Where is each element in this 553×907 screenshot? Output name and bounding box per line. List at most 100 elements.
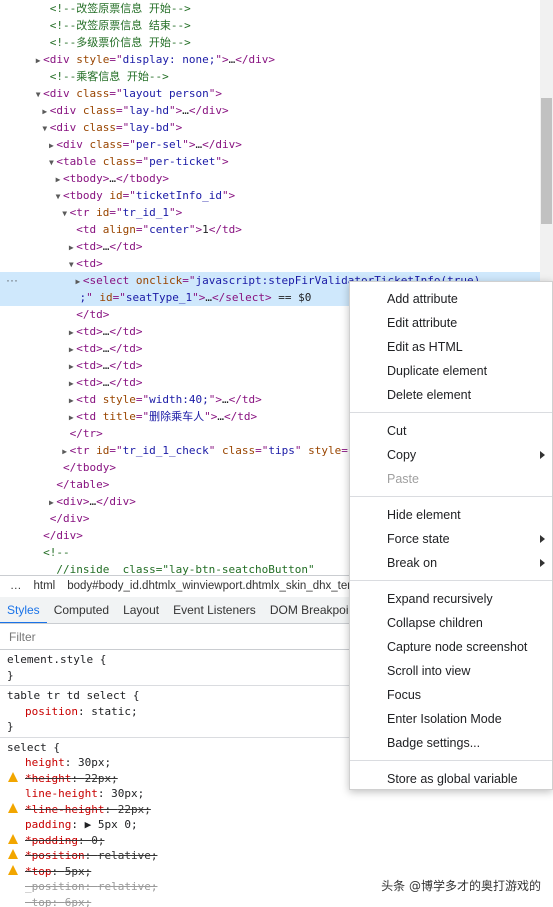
menu-item-cut[interactable]: Cut xyxy=(387,419,552,443)
menu-separator xyxy=(350,412,552,413)
style-property[interactable]: *padding: 0; xyxy=(7,833,553,849)
submenu-arrow-icon xyxy=(540,535,545,543)
expand-triangle-right-icon[interactable]: ▶ xyxy=(66,324,76,340)
warning-icon xyxy=(8,771,18,782)
menu-item-delete-element[interactable]: Delete element xyxy=(387,383,552,407)
property-name: *line-height xyxy=(25,802,105,816)
expand-triangle-right-icon[interactable]: ▶ xyxy=(66,358,76,374)
menu-item-store-as-global-variable[interactable]: Store as global variable xyxy=(387,767,552,791)
expand-triangle-down-icon[interactable]: ▼ xyxy=(40,120,50,136)
property-name: *padding xyxy=(25,833,78,847)
property-name: *top xyxy=(25,864,52,878)
expand-triangle-right-icon[interactable]: ▶ xyxy=(66,341,76,357)
tab-layout[interactable]: Layout xyxy=(116,597,166,623)
menu-item-edit-as-html[interactable]: Edit as HTML xyxy=(387,335,552,359)
breadcrumb-ellipsis[interactable]: … xyxy=(10,580,22,592)
style-property[interactable]: _top: 6px; xyxy=(7,895,553,907)
dom-node-row[interactable]: ▶ <td>…</td> xyxy=(0,238,540,255)
property-name: line-height xyxy=(25,787,98,800)
breadcrumb-item[interactable]: html xyxy=(34,580,56,592)
warning-icon xyxy=(8,802,18,813)
style-property[interactable]: *line-height: 22px; xyxy=(7,802,553,818)
dom-node-row[interactable]: ▼ <td> xyxy=(0,255,540,272)
submenu-arrow-icon xyxy=(540,451,545,459)
property-value: ▶ 5px 0; xyxy=(84,818,138,831)
submenu-arrow-icon xyxy=(540,559,545,567)
menu-item-focus[interactable]: Focus xyxy=(387,683,552,707)
menu-item-edit-attribute[interactable]: Edit attribute xyxy=(387,311,552,335)
menu-item-add-attribute[interactable]: Add attribute xyxy=(387,287,552,311)
property-name: _position xyxy=(25,880,85,893)
style-property[interactable]: *position: relative; xyxy=(7,848,553,864)
dom-node-row[interactable]: <!--多级票价信息 开始--> xyxy=(0,34,540,51)
menu-item-enter-isolation-mode[interactable]: Enter Isolation Mode xyxy=(387,707,552,731)
property-value: 22px; xyxy=(84,771,118,785)
expand-triangle-down-icon[interactable]: ▼ xyxy=(33,86,43,102)
tab-styles[interactable]: Styles xyxy=(0,598,47,623)
expand-triangle-right-icon[interactable]: ▶ xyxy=(46,137,56,153)
tab-computed[interactable]: Computed xyxy=(47,597,116,623)
warning-icon xyxy=(8,864,18,875)
dom-node-row[interactable]: ▼ <tr id="tr_id_1"> xyxy=(0,204,540,221)
expand-triangle-right-icon[interactable]: ▶ xyxy=(46,494,56,510)
dom-node-row[interactable]: <!--改签原票信息 开始--> xyxy=(0,0,540,17)
menu-item-hide-element[interactable]: Hide element xyxy=(387,503,552,527)
menu-item-duplicate-element[interactable]: Duplicate element xyxy=(387,359,552,383)
property-name: _top xyxy=(25,895,52,907)
dom-node-row[interactable]: ▶ <div style="display: none;">…</div> xyxy=(0,51,540,68)
expand-triangle-right-icon[interactable]: ▶ xyxy=(66,239,76,255)
property-value: relative; xyxy=(97,880,158,893)
more-options-icon[interactable]: ··· xyxy=(6,272,18,289)
dom-node-row[interactable]: ▼ <tbody id="ticketInfo_id"> xyxy=(0,187,540,204)
dom-node-row[interactable]: ▶ <div class="lay-hd">…</div> xyxy=(0,102,540,119)
menu-item-force-state[interactable]: Force state xyxy=(387,527,552,551)
property-value: 0; xyxy=(91,833,105,847)
dom-node-row[interactable]: ▶ <div class="per-sel">…</div> xyxy=(0,136,540,153)
dom-node-row[interactable]: <td align="center">1</td> xyxy=(0,221,540,238)
menu-item-collapse-children[interactable]: Collapse children xyxy=(387,611,552,635)
menu-item-capture-node-screenshot[interactable]: Capture node screenshot xyxy=(387,635,552,659)
menu-item-copy[interactable]: Copy xyxy=(387,443,552,467)
property-name: padding xyxy=(25,818,72,831)
expand-triangle-right-icon[interactable]: ▶ xyxy=(66,409,76,425)
elements-scrollbar-thumb[interactable] xyxy=(541,98,552,224)
expand-triangle-right-icon[interactable]: ▶ xyxy=(53,171,63,187)
dom-node-row[interactable]: ▼ <div class="lay-bd"> xyxy=(0,119,540,136)
property-value: 22px; xyxy=(117,802,151,816)
expand-triangle-down-icon[interactable]: ▼ xyxy=(66,256,76,272)
context-menu: Add attribute Edit attribute Edit as HTML D… xyxy=(349,281,553,790)
property-value: 5px; xyxy=(64,864,92,878)
dom-node-row[interactable]: ▼ <table class="per-ticket"> xyxy=(0,153,540,170)
property-name: height xyxy=(25,756,65,769)
expand-triangle-right-icon[interactable]: ▶ xyxy=(73,273,83,290)
menu-separator xyxy=(350,760,552,761)
property-value: 30px; xyxy=(78,756,112,769)
warning-icon xyxy=(8,833,18,844)
dom-node-row[interactable]: ▶ <tbody>…</tbody> xyxy=(0,170,540,187)
style-property[interactable]: padding: ▶ 5px 0; xyxy=(7,817,553,833)
dom-node-row[interactable]: <!--乘客信息 开始--> xyxy=(0,68,540,85)
expand-triangle-down-icon[interactable]: ▼ xyxy=(60,205,70,221)
expand-triangle-down-icon[interactable]: ▼ xyxy=(46,154,56,170)
property-name: position xyxy=(25,704,78,718)
menu-item-badge-settings[interactable]: Badge settings... xyxy=(387,731,552,755)
expand-triangle-right-icon[interactable]: ▶ xyxy=(33,52,43,68)
expand-triangle-right-icon[interactable]: ▶ xyxy=(66,375,76,391)
dom-node-row[interactable]: <!--改签原票信息 结束--> xyxy=(0,17,540,34)
expand-triangle-right-icon[interactable]: ▶ xyxy=(66,392,76,408)
watermark: 头条 @博学多才的奥打游戏的 xyxy=(381,879,541,893)
expand-triangle-right-icon[interactable]: ▶ xyxy=(40,103,50,119)
breadcrumb-item[interactable]: body#body_id.dhtmlx_winviewport.dhtmlx_s… xyxy=(67,580,373,592)
dom-node-row[interactable]: ▼ <div class="layout person"> xyxy=(0,85,540,102)
property-value: 6px; xyxy=(64,895,92,907)
property-name: *height xyxy=(25,771,72,785)
menu-separator xyxy=(350,496,552,497)
expand-triangle-down-icon[interactable]: ▼ xyxy=(53,188,63,204)
property-value: static; xyxy=(91,704,138,718)
menu-item-expand-recursively[interactable]: Expand recursively xyxy=(387,587,552,611)
tab-event-listeners[interactable]: Event Listeners xyxy=(166,597,263,623)
property-value: 30px; xyxy=(111,787,145,800)
expand-triangle-right-icon[interactable]: ▶ xyxy=(60,443,70,459)
menu-item-scroll-into-view[interactable]: Scroll into view xyxy=(387,659,552,683)
menu-item-break-on[interactable]: Break on xyxy=(387,551,552,575)
